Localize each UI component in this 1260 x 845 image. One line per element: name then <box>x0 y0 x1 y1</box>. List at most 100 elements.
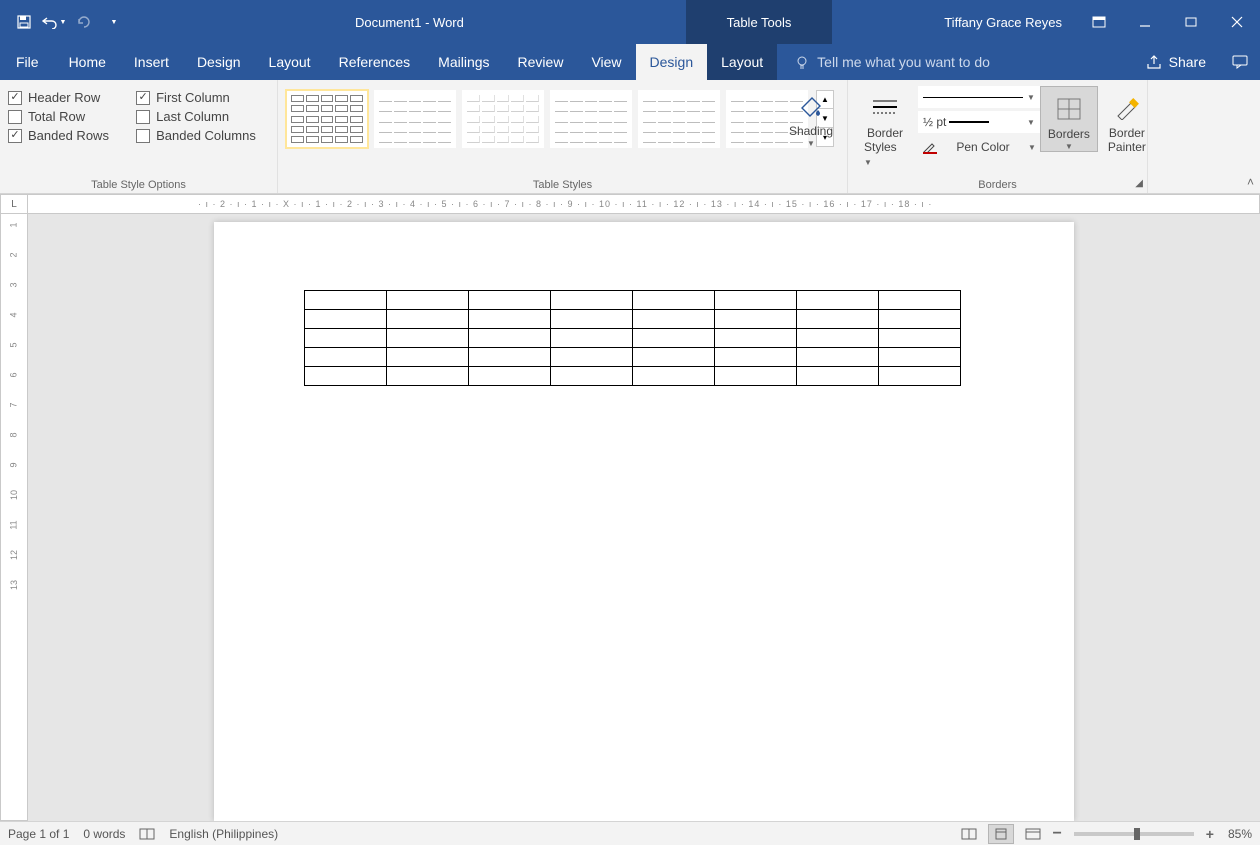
read-mode-icon <box>961 828 977 840</box>
page[interactable] <box>214 222 1074 821</box>
tab-selector[interactable]: L <box>0 194 28 214</box>
checkbox-icon <box>8 129 22 143</box>
table-row <box>305 367 961 386</box>
table-style-thumb[interactable] <box>286 90 368 148</box>
quick-access-toolbar: ▼ ▼ <box>0 8 128 36</box>
comments-button[interactable] <box>1220 44 1260 80</box>
ribbon: Header Row First Column Total Row Last C… <box>0 80 1260 194</box>
table-style-thumb[interactable] <box>638 90 720 148</box>
tab-table-layout[interactable]: Layout <box>707 44 777 80</box>
window-title: Document1 - Word <box>355 15 464 30</box>
checkbox-total-row[interactable]: Total Row <box>8 109 122 124</box>
pen-color-dropdown[interactable]: Pen Color ▼ <box>918 136 1040 158</box>
pen-style-dropdown[interactable]: ▼ <box>918 86 1040 108</box>
page-scroll[interactable] <box>28 214 1260 821</box>
redo-button[interactable] <box>70 8 98 36</box>
pen-icon <box>922 140 938 154</box>
user-name[interactable]: Tiffany Grace Reyes <box>944 15 1062 30</box>
group-table-style-options: Header Row First Column Total Row Last C… <box>0 80 278 193</box>
qat-customize-button[interactable]: ▼ <box>100 8 128 36</box>
chevron-down-icon: ▼ <box>864 158 872 167</box>
zoom-in-button[interactable]: + <box>1206 826 1214 842</box>
minimize-icon <box>1139 16 1151 28</box>
web-layout-button[interactable] <box>1020 824 1046 844</box>
border-painter-icon <box>1111 92 1143 124</box>
zoom-level[interactable]: 85% <box>1228 827 1252 841</box>
chevron-down-icon: ▼ <box>1028 143 1036 152</box>
share-button[interactable]: Share <box>1133 44 1220 80</box>
close-button[interactable] <box>1214 0 1260 44</box>
undo-button[interactable]: ▼ <box>40 8 68 36</box>
group-table-styles: ▲ ▼ ▾ Shading ▼ Table Styles <box>278 80 848 193</box>
zoom-out-button[interactable]: − <box>1052 825 1061 843</box>
title-right: Tiffany Grace Reyes <box>944 0 1260 44</box>
tab-home[interactable]: Home <box>55 44 120 80</box>
ribbon-display-options-button[interactable] <box>1076 0 1122 44</box>
maximize-button[interactable] <box>1168 0 1214 44</box>
chevron-down-icon: ▼ <box>1027 93 1035 102</box>
chevron-down-icon: ▼ <box>111 19 118 26</box>
save-button[interactable] <box>10 8 38 36</box>
chevron-down-icon: ▼ <box>60 19 67 26</box>
ruler-horizontal[interactable]: · ı · 2 · ı · 1 · ı · X · ı · 1 · ı · 2 … <box>28 194 1260 214</box>
checkbox-icon <box>136 91 150 105</box>
pen-weight-dropdown[interactable]: ½ pt▼ <box>918 111 1040 133</box>
tab-file[interactable]: File <box>0 44 55 80</box>
ruler-vertical[interactable]: 12345678910111213 <box>0 214 28 821</box>
checkbox-icon <box>8 110 22 124</box>
ribbon-options-icon <box>1092 16 1106 28</box>
tab-mailings[interactable]: Mailings <box>424 44 503 80</box>
checkbox-last-column[interactable]: Last Column <box>136 109 269 124</box>
minimize-button[interactable] <box>1122 0 1168 44</box>
tab-design[interactable]: Design <box>183 44 255 80</box>
page-indicator[interactable]: Page 1 of 1 <box>8 827 69 841</box>
checkbox-icon <box>8 91 22 105</box>
zoom-thumb[interactable] <box>1134 828 1140 840</box>
shading-button[interactable]: Shading ▼ <box>781 84 841 148</box>
collapse-ribbon-button[interactable]: ˄ <box>1247 175 1254 189</box>
read-mode-button[interactable] <box>956 824 982 844</box>
dialog-launcher[interactable]: ◢ <box>1135 178 1143 189</box>
share-icon <box>1147 55 1163 69</box>
tab-review[interactable]: Review <box>504 44 578 80</box>
chevron-down-icon: ▼ <box>1065 142 1073 151</box>
document-table[interactable] <box>304 290 961 386</box>
checkbox-banded-columns[interactable]: Banded Columns <box>136 128 269 143</box>
contextual-tab-title: Table Tools <box>686 0 832 44</box>
tab-table-design[interactable]: Design <box>636 44 708 80</box>
group-label: Borders <box>848 179 1147 191</box>
tab-references[interactable]: References <box>325 44 425 80</box>
borders-button[interactable]: Borders ▼ <box>1040 86 1098 152</box>
table-style-thumb[interactable] <box>462 90 544 148</box>
checkbox-icon <box>136 129 150 143</box>
table-row <box>305 310 961 329</box>
word-count[interactable]: 0 words <box>83 827 125 841</box>
spelling-button[interactable] <box>139 828 155 840</box>
border-painter-button[interactable]: Border Painter <box>1098 86 1156 154</box>
tab-layout[interactable]: Layout <box>255 44 325 80</box>
table-row <box>305 291 961 310</box>
zoom-slider[interactable] <box>1074 832 1194 836</box>
chevron-down-icon: ▼ <box>807 139 815 148</box>
borders-icon <box>1053 93 1085 125</box>
table-style-thumb[interactable] <box>550 90 632 148</box>
lightbulb-icon <box>795 55 809 69</box>
tab-insert[interactable]: Insert <box>120 44 183 80</box>
language-indicator[interactable]: English (Philippines) <box>169 827 278 841</box>
ribbon-tabs: File Home Insert Design Layout Reference… <box>0 44 1260 80</box>
table-row <box>305 329 961 348</box>
tab-view[interactable]: View <box>577 44 635 80</box>
checkbox-first-column[interactable]: First Column <box>136 90 269 105</box>
table-style-thumb[interactable] <box>374 90 456 148</box>
checkbox-banded-rows[interactable]: Banded Rows <box>8 128 122 143</box>
tell-me-search[interactable]: Tell me what you want to do <box>777 44 1132 80</box>
book-icon <box>139 828 155 840</box>
group-borders: Border Styles ▼ ▼ ½ pt▼ Pen Color ▼ Bord… <box>848 80 1148 193</box>
ruler-area: L · ı · 2 · ı · 1 · ı · X · ı · 1 · ı · … <box>0 194 1260 214</box>
redo-icon <box>77 15 91 29</box>
title-bar: ▼ ▼ Document1 - Word Table Tools Tiffany… <box>0 0 1260 44</box>
checkbox-header-row[interactable]: Header Row <box>8 90 122 105</box>
undo-icon <box>42 15 58 29</box>
border-styles-button[interactable]: Border Styles ▼ <box>856 86 914 168</box>
print-layout-button[interactable] <box>988 824 1014 844</box>
